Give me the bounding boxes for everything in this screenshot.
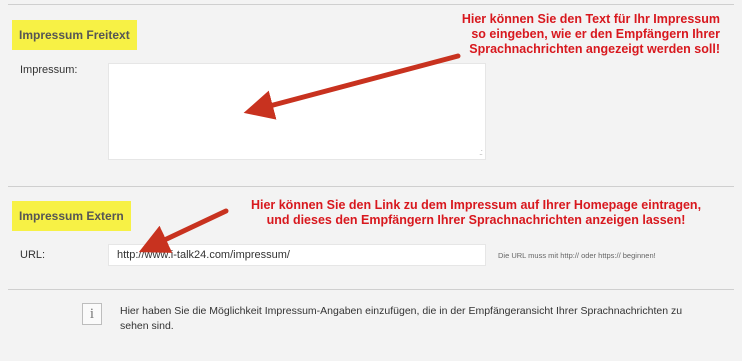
- impressum-settings-panel: Impressum Freitext Hier können Sie den T…: [0, 0, 742, 361]
- divider-middle: [8, 186, 734, 187]
- resize-grip-icon[interactable]: .:: [479, 148, 483, 157]
- url-hint: Die URL muss mit http:// oder https:// b…: [498, 251, 656, 260]
- annotation-extern-line-1: Hier können Sie den Link zu dem Impressu…: [250, 198, 702, 212]
- url-input[interactable]: [108, 244, 486, 266]
- annotation-freitext: Hier können Sie den Text für Ihr Impress…: [440, 12, 720, 57]
- annotation-freitext-line-2: so eingeben, wie er den Empfängern Ihrer: [471, 27, 720, 41]
- annotation-freitext-line-3: Sprachnachrichten angezeigt werden soll!: [469, 42, 720, 56]
- impressum-field-label: Impressum:: [20, 64, 78, 76]
- annotation-freitext-line-1: Hier können Sie den Text für Ihr Impress…: [461, 12, 720, 26]
- info-icon: i: [82, 303, 102, 325]
- info-text: Hier haben Sie die Möglichkeit Impressum…: [120, 305, 683, 332]
- url-field-label: URL:: [20, 249, 46, 261]
- annotation-extern: Hier können Sie den Link zu dem Impressu…: [236, 198, 716, 228]
- divider-bottom: [8, 289, 734, 290]
- divider-top: [8, 4, 734, 5]
- annotation-extern-line-2: und dieses den Empfängern Ihrer Sprachna…: [266, 213, 686, 227]
- arrow-extern: [138, 208, 229, 253]
- section-title-freitext: Impressum Freitext: [12, 20, 137, 50]
- impressum-textarea[interactable]: .:: [108, 63, 486, 160]
- section-title-extern: Impressum Extern: [12, 201, 131, 231]
